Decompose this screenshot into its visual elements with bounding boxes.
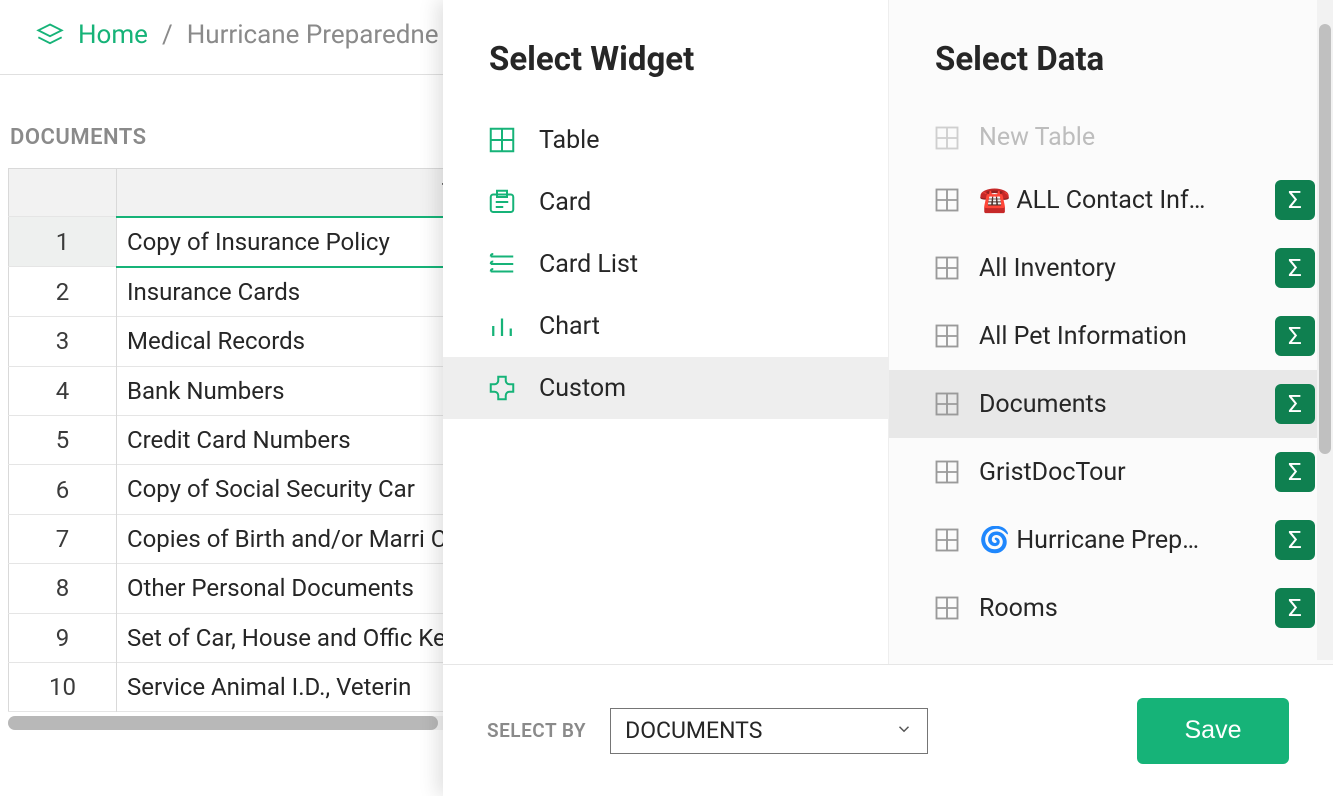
select-by-label: SELECT BY xyxy=(487,719,586,742)
data-option-label: ☎️ ALL Contact Inf… xyxy=(979,186,1257,215)
row-number[interactable]: 6 xyxy=(9,465,117,514)
card-icon xyxy=(487,187,517,217)
row-number[interactable]: 10 xyxy=(9,663,117,712)
chart-icon xyxy=(487,311,517,341)
data-option-label: All Pet Information xyxy=(979,322,1257,351)
widget-option-label: Table xyxy=(539,126,600,155)
modal-footer: SELECT BY DOCUMENTS Save xyxy=(443,664,1333,796)
data-option-label: New Table xyxy=(979,123,1315,152)
row-number[interactable]: 8 xyxy=(9,564,117,613)
data-option-new-table: New Table xyxy=(889,109,1333,166)
widget-picker-modal: Select Widget Table Card Card List Chart Cus… xyxy=(443,0,1333,796)
select-widget-panel: Select Widget Table Card Card List Chart Cus… xyxy=(443,0,889,664)
chevron-down-icon xyxy=(895,717,913,744)
layers-icon xyxy=(36,21,64,49)
table-icon xyxy=(933,390,961,418)
data-option-label: GristDocTour xyxy=(979,458,1257,487)
row-header-empty xyxy=(9,169,117,217)
vertical-scrollbar-thumb[interactable] xyxy=(1319,24,1331,454)
row-number[interactable]: 9 xyxy=(9,613,117,662)
breadcrumb-home[interactable]: Home xyxy=(78,20,148,50)
custom-icon xyxy=(487,373,517,403)
row-number[interactable]: 4 xyxy=(9,366,117,415)
widget-option-custom[interactable]: Custom xyxy=(443,357,888,419)
widget-option-label: Card xyxy=(539,188,591,217)
table-icon xyxy=(933,594,961,622)
data-option-hurricane-prep[interactable]: 🌀 Hurricane Prep… Σ xyxy=(889,506,1333,574)
table-icon xyxy=(933,186,961,214)
table-icon xyxy=(487,125,517,155)
widget-option-label: Custom xyxy=(539,374,626,403)
scrollbar-thumb[interactable] xyxy=(8,716,438,730)
sigma-button[interactable]: Σ xyxy=(1275,520,1315,560)
select-widget-title: Select Widget xyxy=(443,0,888,109)
table-icon xyxy=(933,458,961,486)
data-option-all-pet-information[interactable]: All Pet Information Σ xyxy=(889,302,1333,370)
table-icon xyxy=(933,526,961,554)
data-option-documents[interactable]: Documents Σ xyxy=(889,370,1333,438)
widget-option-label: Card List xyxy=(539,250,638,279)
select-by-value: DOCUMENTS xyxy=(625,717,762,744)
widget-option-card-list[interactable]: Card List xyxy=(443,233,888,295)
sigma-button[interactable]: Σ xyxy=(1275,384,1315,424)
breadcrumb-current: Hurricane Preparedne xyxy=(187,20,439,50)
select-by-dropdown[interactable]: DOCUMENTS xyxy=(610,708,928,754)
sigma-button[interactable]: Σ xyxy=(1275,588,1315,628)
select-data-panel: Select Data New Table ☎️ ALL Contact Inf…… xyxy=(889,0,1333,664)
row-number[interactable]: 2 xyxy=(9,267,117,317)
data-option-gristdoctour[interactable]: GristDocTour Σ xyxy=(889,438,1333,506)
sigma-button[interactable]: Σ xyxy=(1275,316,1315,356)
data-option-label: Documents xyxy=(979,390,1257,419)
row-number[interactable]: 7 xyxy=(9,514,117,563)
widget-option-table[interactable]: Table xyxy=(443,109,888,171)
data-option-rooms[interactable]: Rooms Σ xyxy=(889,574,1333,642)
vertical-scrollbar[interactable] xyxy=(1317,0,1333,660)
data-option-label: All Inventory xyxy=(979,254,1257,283)
select-data-title: Select Data xyxy=(889,0,1333,109)
widget-option-chart[interactable]: Chart xyxy=(443,295,888,357)
save-button[interactable]: Save xyxy=(1137,698,1289,764)
cardlist-icon xyxy=(487,249,517,279)
sigma-button[interactable]: Σ xyxy=(1275,180,1315,220)
table-icon xyxy=(933,322,961,350)
data-option-label: 🌀 Hurricane Prep… xyxy=(979,526,1257,555)
breadcrumb-separator: / xyxy=(162,20,173,50)
widget-option-card[interactable]: Card xyxy=(443,171,888,233)
data-option-all-inventory[interactable]: All Inventory Σ xyxy=(889,234,1333,302)
row-number[interactable]: 5 xyxy=(9,416,117,465)
widget-option-label: Chart xyxy=(539,312,600,341)
sigma-button[interactable]: Σ xyxy=(1275,452,1315,492)
data-option-all-contact-inf[interactable]: ☎️ ALL Contact Inf… Σ xyxy=(889,166,1333,234)
data-option-label: Rooms xyxy=(979,594,1257,623)
row-number[interactable]: 3 xyxy=(9,317,117,366)
row-number[interactable]: 1 xyxy=(9,217,117,267)
table-icon xyxy=(933,254,961,282)
sigma-button[interactable]: Σ xyxy=(1275,248,1315,288)
table-icon xyxy=(933,124,961,152)
